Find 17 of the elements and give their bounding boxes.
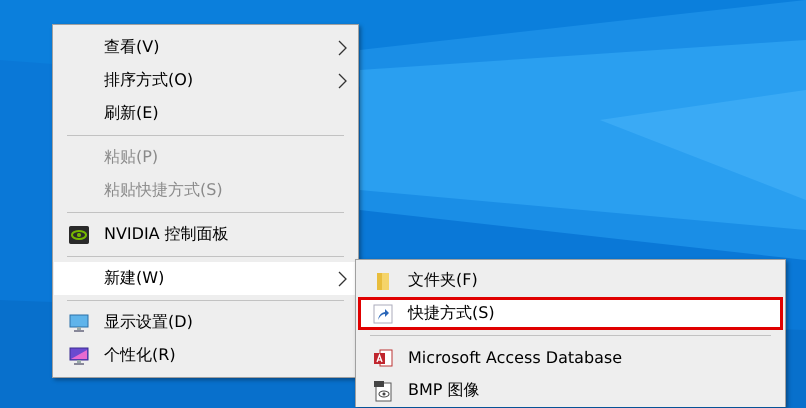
menu-item[interactable]: 快捷方式(S): [358, 297, 783, 330]
monitor-icon: [69, 312, 89, 332]
folder-icon: [375, 270, 391, 290]
menu-item[interactable]: NVIDIA 控制面板: [54, 218, 357, 251]
image-file-icon: [373, 380, 393, 402]
menu-item[interactable]: 排序方式(O): [54, 64, 357, 97]
menu-item[interactable]: Microsoft Access Database: [358, 341, 783, 374]
monitor-icon: [69, 346, 89, 366]
menu-item[interactable]: 刷新(E): [54, 97, 357, 130]
nvidia-eye-icon: [69, 224, 89, 244]
menu-item[interactable]: BMP 图像: [358, 374, 783, 407]
database-file-icon: [373, 348, 393, 368]
menu-item[interactable]: 个性化(R): [54, 339, 357, 372]
menu-item[interactable]: 查看(V): [54, 31, 357, 64]
menu-item[interactable]: 文件夹(F): [358, 264, 783, 297]
menu-item[interactable]: 新建(W): [54, 262, 357, 295]
menu-item[interactable]: 显示设置(D): [54, 306, 357, 339]
